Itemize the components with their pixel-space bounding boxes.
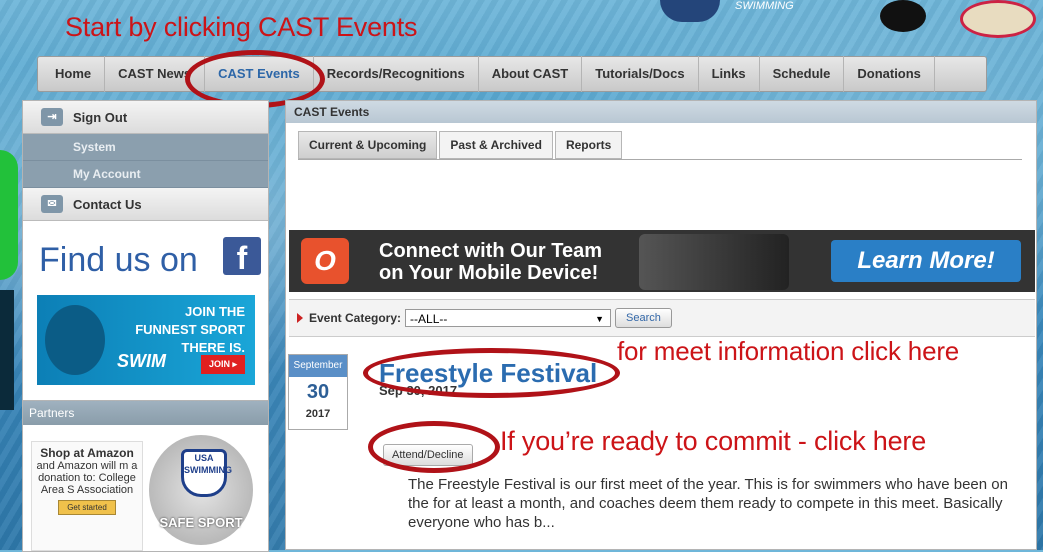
- facebook-icon[interactable]: f: [223, 237, 261, 276]
- search-button[interactable]: Search: [615, 308, 672, 328]
- event-month: September: [289, 355, 347, 377]
- events-panel: CAST Events Current & Upcoming Past & Ar…: [285, 100, 1037, 550]
- nav-schedule[interactable]: Schedule: [760, 56, 845, 92]
- amazon-get-started-button[interactable]: Get started: [58, 500, 116, 515]
- nav-links[interactable]: Links: [699, 56, 760, 92]
- sign-out-label: Sign Out: [73, 109, 128, 125]
- swim-ad-tagline: JOIN THE FUNNEST SPORT THERE IS.: [135, 304, 245, 355]
- event-description: The Freestyle Festival is our first meet…: [408, 476, 1008, 531]
- app-logo-icon: O: [301, 238, 349, 284]
- sidebar: ⇥ Sign Out System My Account ✉ Contact U…: [22, 100, 269, 402]
- club-logo: [880, 0, 926, 32]
- sign-out-icon: ⇥: [41, 108, 63, 126]
- tab-current-upcoming[interactable]: Current & Upcoming: [298, 131, 438, 159]
- chevron-down-icon: ▼: [595, 314, 605, 324]
- safe-sport-label: SAFE SPORT: [159, 515, 243, 530]
- event-date: Sep 30, 2017: [379, 383, 458, 398]
- amazon-text: and Amazon will m a donation to: College…: [36, 460, 138, 496]
- attend-decline-button[interactable]: Attend/Decline: [383, 444, 473, 466]
- banner-line-1: Connect with Our Team: [379, 240, 602, 262]
- event-year: 2017: [305, 408, 331, 420]
- decorative-swash: [0, 150, 18, 280]
- usa-swimming-shield-icon: USA SWIMMING: [181, 449, 232, 497]
- tab-reports[interactable]: Reports: [554, 131, 623, 159]
- contact-us-link[interactable]: ✉ Contact Us: [23, 188, 268, 221]
- nav-about[interactable]: About CAST: [479, 56, 583, 92]
- event-date-badge: September 30 2017: [288, 354, 348, 430]
- swim-logo: SWIM: [117, 351, 166, 371]
- usa-swimming-safe-sport-badge[interactable]: USA SWIMMING SAFE SPORT: [149, 435, 253, 545]
- banner-line-2: on Your Mobile Device!: [379, 262, 599, 284]
- nav-records[interactable]: Records/Recognitions: [314, 56, 479, 92]
- nav-tutorials[interactable]: Tutorials/Docs: [582, 56, 699, 92]
- partners-title: Partners: [23, 401, 268, 425]
- anniversary-logo: [960, 0, 1036, 38]
- event-tabs: Current & Upcoming Past & Archived Repor…: [298, 131, 624, 159]
- annotation-meet-info: for meet information click here: [617, 336, 960, 366]
- find-us-text[interactable]: Find us on: [39, 241, 198, 280]
- decorative-swash: [0, 290, 14, 410]
- event-category-label: Event Category:: [309, 311, 402, 325]
- join-button[interactable]: JOIN ▸: [200, 355, 245, 374]
- sign-out-link[interactable]: ⇥ Sign Out: [23, 101, 268, 134]
- annotation-start: Start by clicking CAST Events: [65, 12, 418, 42]
- swimmer-image: [45, 305, 105, 375]
- phones-image: [639, 234, 789, 290]
- nav-cast-events[interactable]: CAST Events: [205, 56, 314, 92]
- event-filter-bar: Event Category: --ALL-- ▼ Search: [289, 299, 1035, 337]
- main-nav: Home CAST News CAST Events Records/Recog…: [37, 56, 987, 92]
- event-day: 30: [306, 381, 330, 403]
- mobile-banner-text: Connect with Our Team on Your Mobile Dev…: [379, 240, 602, 284]
- mail-icon: ✉: [41, 195, 63, 213]
- tab-divider: [298, 159, 1022, 160]
- team-logo: [660, 0, 720, 22]
- sidebar-item-my-account[interactable]: My Account: [23, 161, 268, 188]
- partners-panel: Partners Shop at Amazon and Amazon will …: [22, 400, 269, 552]
- nav-home[interactable]: Home: [42, 56, 106, 92]
- nav-donations[interactable]: Donations: [844, 56, 935, 92]
- learn-more-button[interactable]: Learn More!: [831, 240, 1021, 282]
- event-category-select[interactable]: --ALL-- ▼: [405, 309, 612, 327]
- sidebar-item-system[interactable]: System: [23, 134, 268, 161]
- swimming-logo: SWIMMING: [735, 0, 794, 12]
- panel-title: CAST Events: [286, 101, 1036, 123]
- swim-ad-banner[interactable]: JOIN THE FUNNEST SPORT THERE IS. SWIM JO…: [37, 295, 255, 385]
- amazon-title: Shop at Amazon: [40, 446, 134, 460]
- mobile-app-banner[interactable]: O Connect with Our Team on Your Mobile D…: [289, 230, 1035, 292]
- amazon-smile-ad[interactable]: Shop at Amazon and Amazon will m a donat…: [31, 441, 143, 551]
- annotation-commit: If you’re ready to commit - click here: [500, 426, 927, 456]
- nav-cast-news[interactable]: CAST News: [105, 56, 206, 92]
- filter-arrow-icon: [297, 313, 303, 323]
- selected-category: --ALL--: [410, 312, 448, 326]
- tab-past-archived[interactable]: Past & Archived: [439, 131, 553, 159]
- contact-us-label: Contact Us: [73, 196, 142, 212]
